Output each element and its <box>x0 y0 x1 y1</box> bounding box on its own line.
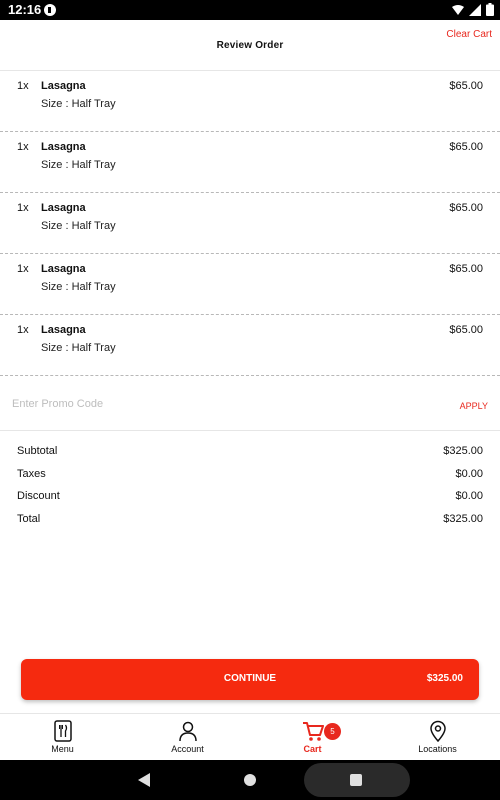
nav-label-menu: Menu <box>51 744 74 754</box>
cart-count-badge: 5 <box>324 723 341 740</box>
taxes-value: $0.00 <box>455 467 483 480</box>
menu-utensils-icon <box>53 720 72 742</box>
promo-code-input[interactable] <box>12 398 312 410</box>
item-size: Size : Half Tray <box>41 342 116 354</box>
item-quantity: 1x <box>17 141 29 153</box>
nav-label-cart: Cart <box>303 744 322 754</box>
total-label: Total <box>17 512 41 525</box>
apply-promo-button[interactable]: APPLY <box>460 401 488 411</box>
item-name: Lasagna <box>41 263 86 275</box>
status-icons <box>452 3 494 16</box>
list-item[interactable]: 1x Lasagna Size : Half Tray $65.00 <box>0 132 500 193</box>
status-bar: 12:16 <box>0 0 500 20</box>
list-item[interactable]: 1x Lasagna Size : Half Tray $65.00 <box>0 254 500 315</box>
nav-label-account: Account <box>171 744 204 754</box>
order-totals: Subtotal $325.00 Taxes $0.00 Discount $0… <box>0 443 500 533</box>
wifi-icon <box>452 4 464 15</box>
user-icon <box>178 721 197 742</box>
item-quantity: 1x <box>17 263 29 275</box>
total-row: Total $325.00 <box>0 511 500 534</box>
taxes-label: Taxes <box>17 467 46 480</box>
back-icon[interactable] <box>137 772 151 788</box>
cart-icon <box>302 722 324 741</box>
continue-price: $325.00 <box>426 673 463 684</box>
home-icon[interactable] <box>244 774 256 786</box>
nav-item-menu[interactable]: Menu <box>0 714 125 761</box>
item-quantity: 1x <box>17 80 29 92</box>
item-price: $65.00 <box>449 263 483 275</box>
total-value: $325.00 <box>443 512 483 525</box>
clear-cart-button[interactable]: Clear Cart <box>446 29 492 40</box>
nav-item-locations[interactable]: Locations <box>375 714 500 761</box>
item-price: $65.00 <box>449 80 483 92</box>
item-name: Lasagna <box>41 202 86 214</box>
item-quantity: 1x <box>17 202 29 214</box>
item-name: Lasagna <box>41 141 86 153</box>
item-name: Lasagna <box>41 80 86 92</box>
item-price: $65.00 <box>449 202 483 214</box>
recents-icon[interactable] <box>350 774 362 786</box>
subtotal-row: Subtotal $325.00 <box>0 443 500 466</box>
item-size: Size : Half Tray <box>41 220 116 232</box>
item-size: Size : Half Tray <box>41 281 116 293</box>
taxes-row: Taxes $0.00 <box>0 466 500 489</box>
item-size: Size : Half Tray <box>41 98 116 110</box>
bottom-nav: Menu Account 5 Cart Locations <box>0 713 500 760</box>
discount-label: Discount <box>17 490 60 502</box>
continue-label: CONTINUE <box>223 673 277 684</box>
item-quantity: 1x <box>17 324 29 336</box>
header: Review Order Clear Cart <box>0 20 500 71</box>
promo-section: APPLY <box>0 383 500 431</box>
discount-row: Discount $0.00 <box>0 488 500 511</box>
list-item[interactable]: 1x Lasagna Size : Half Tray $65.00 <box>0 71 500 132</box>
nav-item-cart[interactable]: 5 Cart <box>250 714 375 761</box>
nav-item-account[interactable]: Account <box>125 714 250 761</box>
item-price: $65.00 <box>449 141 483 153</box>
item-size: Size : Half Tray <box>41 159 116 171</box>
subtotal-label: Subtotal <box>17 445 58 457</box>
continue-button[interactable]: CONTINUE $325.00 <box>21 659 479 700</box>
app-notification-icon <box>44 4 56 16</box>
item-name: Lasagna <box>41 324 86 336</box>
system-nav-bar <box>0 760 500 800</box>
list-item[interactable]: 1x Lasagna Size : Half Tray $65.00 <box>0 193 500 254</box>
list-item[interactable]: 1x Lasagna Size : Half Tray $65.00 <box>0 315 500 376</box>
item-price: $65.00 <box>449 324 483 336</box>
signal-icon <box>469 3 481 16</box>
page-title: Review Order <box>216 40 284 51</box>
discount-value: $0.00 <box>455 490 483 502</box>
status-time: 12:16 <box>8 2 42 17</box>
subtotal-value: $325.00 <box>443 445 483 457</box>
nav-label-locations: Locations <box>418 744 457 754</box>
order-items-list: 1x Lasagna Size : Half Tray $65.00 1x La… <box>0 71 500 376</box>
location-pin-icon <box>429 720 446 742</box>
battery-icon <box>486 3 494 16</box>
